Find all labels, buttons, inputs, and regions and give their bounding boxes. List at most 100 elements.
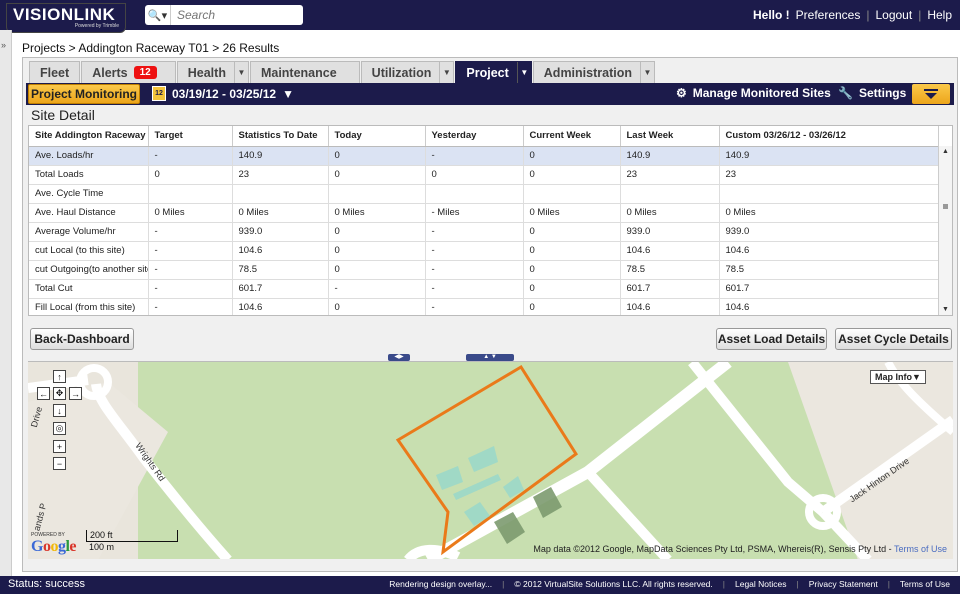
table-cell: 0 xyxy=(328,260,426,280)
zoom-in-icon[interactable]: + xyxy=(53,440,66,453)
table-row[interactable]: cut Outgoing(to another site) -78.5 0-0 78.… xyxy=(29,260,939,280)
pan-up-icon[interactable]: ↑ xyxy=(53,370,66,383)
tab-administration[interactable]: Administration ▼ xyxy=(532,61,655,84)
table-cell: 0 xyxy=(328,222,426,242)
asset-load-details-button[interactable]: Asset Load Details xyxy=(716,328,827,350)
zoom-extent-icon[interactable]: ◎ xyxy=(53,422,66,435)
table-row[interactable]: Ave. Loads/hr -140.9 0-0 140.9 140.9 xyxy=(29,146,939,166)
table-cell: 78.5 xyxy=(719,260,939,280)
search-input[interactable] xyxy=(171,6,297,24)
table-cell: 104.6 xyxy=(620,241,720,261)
hello-text: Hello ! xyxy=(752,8,790,22)
table-cell: 0 Miles xyxy=(328,203,426,223)
tab-utilization[interactable]: Utilization ▼ xyxy=(360,61,455,84)
table-cell: - xyxy=(328,279,426,299)
date-range-picker[interactable]: 12 03/19/12 - 03/25/12 ▼ xyxy=(152,86,294,101)
table-row[interactable]: Fill Local (from this site) -104.6 0-0 104.… xyxy=(29,298,939,315)
tab-alerts[interactable]: Alerts 12 xyxy=(81,61,176,83)
tab-label: Alerts xyxy=(92,65,128,80)
table-cell: 0 xyxy=(328,165,426,185)
chevron-down-icon[interactable]: ▼ xyxy=(639,61,654,84)
table-cell: 0 xyxy=(523,241,621,261)
tab-health[interactable]: Health ▼ xyxy=(176,61,249,84)
settings-button[interactable]: 🔧 Settings xyxy=(838,86,906,100)
col-header[interactable]: Yesterday xyxy=(425,126,524,147)
chevron-down-icon[interactable]: ▼ xyxy=(233,61,248,84)
manage-monitored-sites-button[interactable]: ⚙ Manage Monitored Sites xyxy=(676,86,831,100)
table-row[interactable]: cut Local (to this site) -104.6 0-0 104.6 10… xyxy=(29,241,939,261)
col-header[interactable]: Statistics To Date xyxy=(232,126,329,147)
terms-of-use-link[interactable]: Terms of Use xyxy=(900,579,950,589)
asset-cycle-details-button[interactable]: Asset Cycle Details xyxy=(835,328,952,350)
table-cell: - xyxy=(425,222,524,242)
table-row[interactable]: Ave. Cycle Time xyxy=(29,184,939,204)
collapse-panel-strip[interactable]: » xyxy=(0,30,12,576)
tab-project[interactable]: Project ▼ xyxy=(455,61,532,84)
expand-icon[interactable]: » xyxy=(1,40,6,50)
table-cell: - xyxy=(425,146,524,166)
table-row[interactable]: Total Loads 0 23 0 0 0 23 23 xyxy=(29,165,939,185)
status-bar: Status: success Rendering design overlay… xyxy=(0,576,960,594)
project-monitoring-button[interactable]: Project Monitoring xyxy=(28,84,140,104)
back-dashboard-button[interactable]: Back-Dashboard xyxy=(30,328,134,350)
row-label-cell: cut Local (to this site) xyxy=(29,241,149,261)
menu-dropdown-button[interactable] xyxy=(912,84,950,104)
zoom-out-icon[interactable]: − xyxy=(53,457,66,470)
map-info-dropdown[interactable]: Map Info▼ xyxy=(870,370,926,384)
chevron-down-icon[interactable]: ▼ xyxy=(439,61,453,84)
col-header[interactable]: Site Addington Raceway xyxy=(29,126,149,147)
scroll-down-icon[interactable]: ▼ xyxy=(939,304,952,315)
tab-label: Project xyxy=(466,65,509,80)
col-header[interactable]: Today xyxy=(328,126,426,147)
table-scrollbar[interactable]: ▲ ▼ xyxy=(938,146,952,315)
table-cell: 23 xyxy=(620,165,720,185)
pan-down-icon[interactable]: ↓ xyxy=(53,404,66,417)
vertical-splitter-handle[interactable]: ▲ ▼ xyxy=(466,354,514,361)
logout-link[interactable]: Logout xyxy=(875,8,912,22)
col-header[interactable]: Custom 03/26/12 - 03/26/12 xyxy=(719,126,939,147)
col-header[interactable]: Current Week xyxy=(523,126,621,147)
table-cell: - xyxy=(148,146,233,166)
col-header[interactable]: Target xyxy=(148,126,233,147)
settings-label: Settings xyxy=(858,86,907,100)
map-terms-link[interactable]: Terms of Use xyxy=(894,544,947,554)
map-info-label: Map Info xyxy=(875,372,912,382)
table-cell: - xyxy=(148,298,233,315)
visionlink-logo[interactable]: VISIONLINK Powered by Trimble xyxy=(6,3,126,33)
table-cell: - xyxy=(425,260,524,280)
table-row[interactable]: Ave. Haul Distance 0 Miles 0 Miles 0 Miles -… xyxy=(29,203,939,223)
table-cell: - xyxy=(148,260,233,280)
table-cell xyxy=(719,184,939,204)
table-row[interactable]: Average Volume/hr -939.0 0-0 939.0 939.0 xyxy=(29,222,939,242)
table-cell: 78.5 xyxy=(620,260,720,280)
table-cell: - xyxy=(425,279,524,299)
table-cell: 104.6 xyxy=(719,241,939,261)
project-subbar: Project Monitoring 12 03/19/12 - 03/25/1… xyxy=(26,83,954,105)
row-label-cell: Fill Local (from this site) xyxy=(29,298,149,315)
tab-label: Utilization xyxy=(371,65,432,80)
site-detail-table: Site Addington Raceway Target Statistics… xyxy=(28,125,953,316)
table-cell: 601.7 xyxy=(719,279,939,299)
search-icon[interactable]: 🔍▾ xyxy=(145,5,171,25)
chevron-down-icon[interactable]: ▼ xyxy=(516,61,531,84)
table-cell: 939.0 xyxy=(719,222,939,242)
table-cell: - xyxy=(425,298,524,315)
tab-maintenance[interactable]: Maintenance xyxy=(249,61,360,83)
table-row[interactable]: Total Cut -601.7- -0 601.7 601.7 xyxy=(29,279,939,299)
horizontal-splitter-handle[interactable]: ◀▶ xyxy=(388,354,410,361)
privacy-statement-link[interactable]: Privacy Statement xyxy=(809,579,878,589)
help-link[interactable]: Help xyxy=(927,8,952,22)
table-cell: 0 xyxy=(523,146,621,166)
tab-fleet[interactable]: Fleet xyxy=(29,61,81,83)
legal-notices-link[interactable]: Legal Notices xyxy=(735,579,787,589)
preferences-link[interactable]: Preferences xyxy=(796,8,861,22)
scroll-up-icon[interactable]: ▲ xyxy=(939,146,952,158)
scroll-thumb[interactable] xyxy=(943,204,948,209)
col-header[interactable]: Last Week xyxy=(620,126,720,147)
table-cell: 0 xyxy=(328,146,426,166)
pan-center-icon[interactable]: ✥ xyxy=(53,387,66,400)
site-map[interactable]: ↑ ← ✥ → ↓ ◎ + − Map Info▼ Wrights Rd Jac… xyxy=(28,361,953,559)
pan-left-icon[interactable]: ← xyxy=(37,387,50,400)
pan-right-icon[interactable]: → xyxy=(69,387,82,400)
table-cell: 140.9 xyxy=(620,146,720,166)
